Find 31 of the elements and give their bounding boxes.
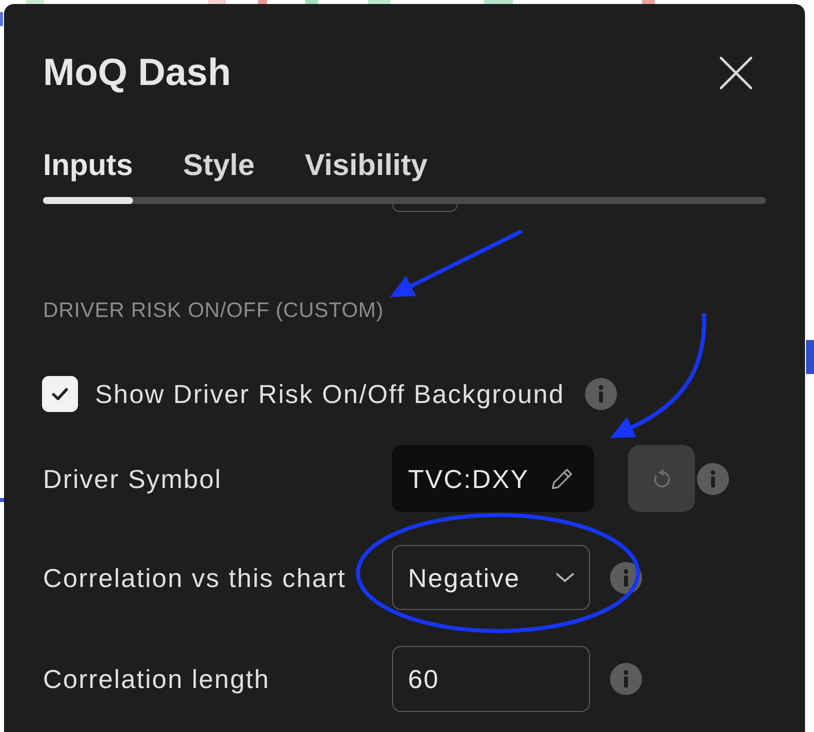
checkbox[interactable]	[42, 376, 78, 412]
info-icon[interactable]	[610, 562, 642, 594]
candle-bar	[208, 0, 226, 4]
info-icon[interactable]	[585, 378, 618, 410]
field-label: Correlation length	[43, 663, 271, 695]
tab[interactable]: Inputs	[43, 148, 133, 184]
candle-bar	[305, 0, 318, 4]
info-icon[interactable]	[697, 462, 729, 494]
candle-bar	[26, 0, 44, 4]
close-button[interactable]	[719, 56, 753, 90]
symbol-field[interactable]: TVC:DXY	[392, 445, 594, 512]
price-marker	[806, 340, 814, 374]
field-label: Driver Symbol	[43, 462, 223, 494]
candle-bar	[368, 0, 390, 4]
pencil-icon	[550, 466, 574, 490]
close-icon	[719, 56, 753, 90]
number-field[interactable]: 60	[392, 646, 590, 712]
chevron-down-icon	[555, 572, 575, 583]
field-label: Correlation vs this chart	[43, 562, 348, 594]
chart-mark	[0, 12, 3, 26]
dialog-title: MoQ Dash	[43, 51, 231, 95]
section-heading: DRIVER RISK ON/OFF (CUSTOM)	[43, 298, 385, 324]
select-dropdown[interactable]: Negative	[392, 545, 590, 610]
candle-bar	[484, 0, 513, 4]
info-icon[interactable]	[610, 663, 642, 695]
candle-bar	[642, 0, 655, 4]
tab[interactable]: Style	[183, 148, 255, 184]
checkbox-label: Show Driver Risk On/Off Background	[95, 378, 564, 410]
tab[interactable]: Visibility	[304, 148, 428, 184]
input-field[interactable]	[392, 204, 458, 212]
candle-bar	[258, 0, 267, 4]
